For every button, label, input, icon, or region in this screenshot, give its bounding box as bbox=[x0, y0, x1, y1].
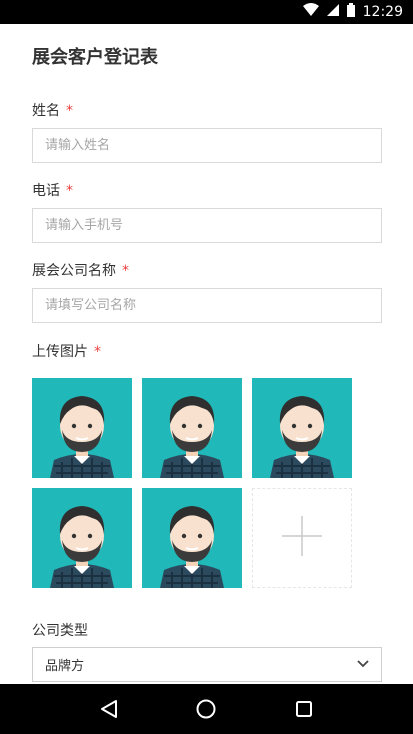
back-triangle-icon[interactable] bbox=[89, 689, 129, 729]
avatar-illustration bbox=[142, 378, 242, 478]
uploaded-photo[interactable] bbox=[142, 488, 242, 588]
required-mark: * bbox=[66, 183, 73, 199]
form-page: 展会客户登记表 姓名 * 电话 * 展会公司名称 * 上传图片 * bbox=[0, 24, 413, 684]
name-input[interactable] bbox=[32, 128, 382, 163]
avatar-illustration bbox=[252, 378, 352, 478]
add-photo-button[interactable] bbox=[252, 488, 352, 588]
status-time: 12:29 bbox=[362, 4, 403, 20]
form-title: 展会客户登记表 bbox=[32, 47, 158, 68]
chevron-down-icon bbox=[357, 657, 369, 672]
photo-grid bbox=[32, 378, 362, 588]
uploaded-photo[interactable] bbox=[32, 488, 132, 588]
company-label: 展会公司名称 * bbox=[32, 260, 129, 280]
recents-square-icon[interactable] bbox=[284, 689, 324, 729]
upload-label-text: 上传图片 bbox=[32, 344, 88, 360]
name-label: 姓名 * bbox=[32, 100, 73, 120]
avatar-illustration bbox=[32, 378, 132, 478]
company-type-value: 品牌方 bbox=[45, 659, 85, 674]
company-type-select[interactable]: 品牌方 bbox=[32, 647, 382, 682]
phone-label: 电话 * bbox=[32, 180, 73, 200]
uploaded-photo[interactable] bbox=[252, 378, 352, 478]
battery-icon bbox=[346, 3, 355, 21]
company-type-label: 公司类型 bbox=[32, 623, 88, 639]
required-mark: * bbox=[66, 103, 73, 119]
uploaded-photo[interactable] bbox=[142, 378, 242, 478]
phone-input[interactable] bbox=[32, 208, 382, 243]
phone-label-text: 电话 bbox=[32, 183, 60, 199]
name-label-text: 姓名 bbox=[32, 103, 60, 119]
company-input[interactable] bbox=[32, 288, 382, 323]
upload-label: 上传图片 * bbox=[32, 341, 101, 361]
home-circle-icon[interactable] bbox=[186, 689, 226, 729]
plus-icon bbox=[282, 516, 322, 560]
cellular-signal-icon bbox=[326, 3, 339, 21]
required-mark: * bbox=[94, 344, 101, 360]
navigation-bar bbox=[0, 684, 413, 734]
status-bar: 12:29 bbox=[0, 0, 413, 24]
required-mark: * bbox=[122, 263, 129, 279]
wifi-icon bbox=[302, 3, 319, 21]
avatar-illustration bbox=[32, 488, 132, 588]
company-label-text: 展会公司名称 bbox=[32, 263, 116, 279]
avatar-illustration bbox=[142, 488, 242, 588]
uploaded-photo[interactable] bbox=[32, 378, 132, 478]
